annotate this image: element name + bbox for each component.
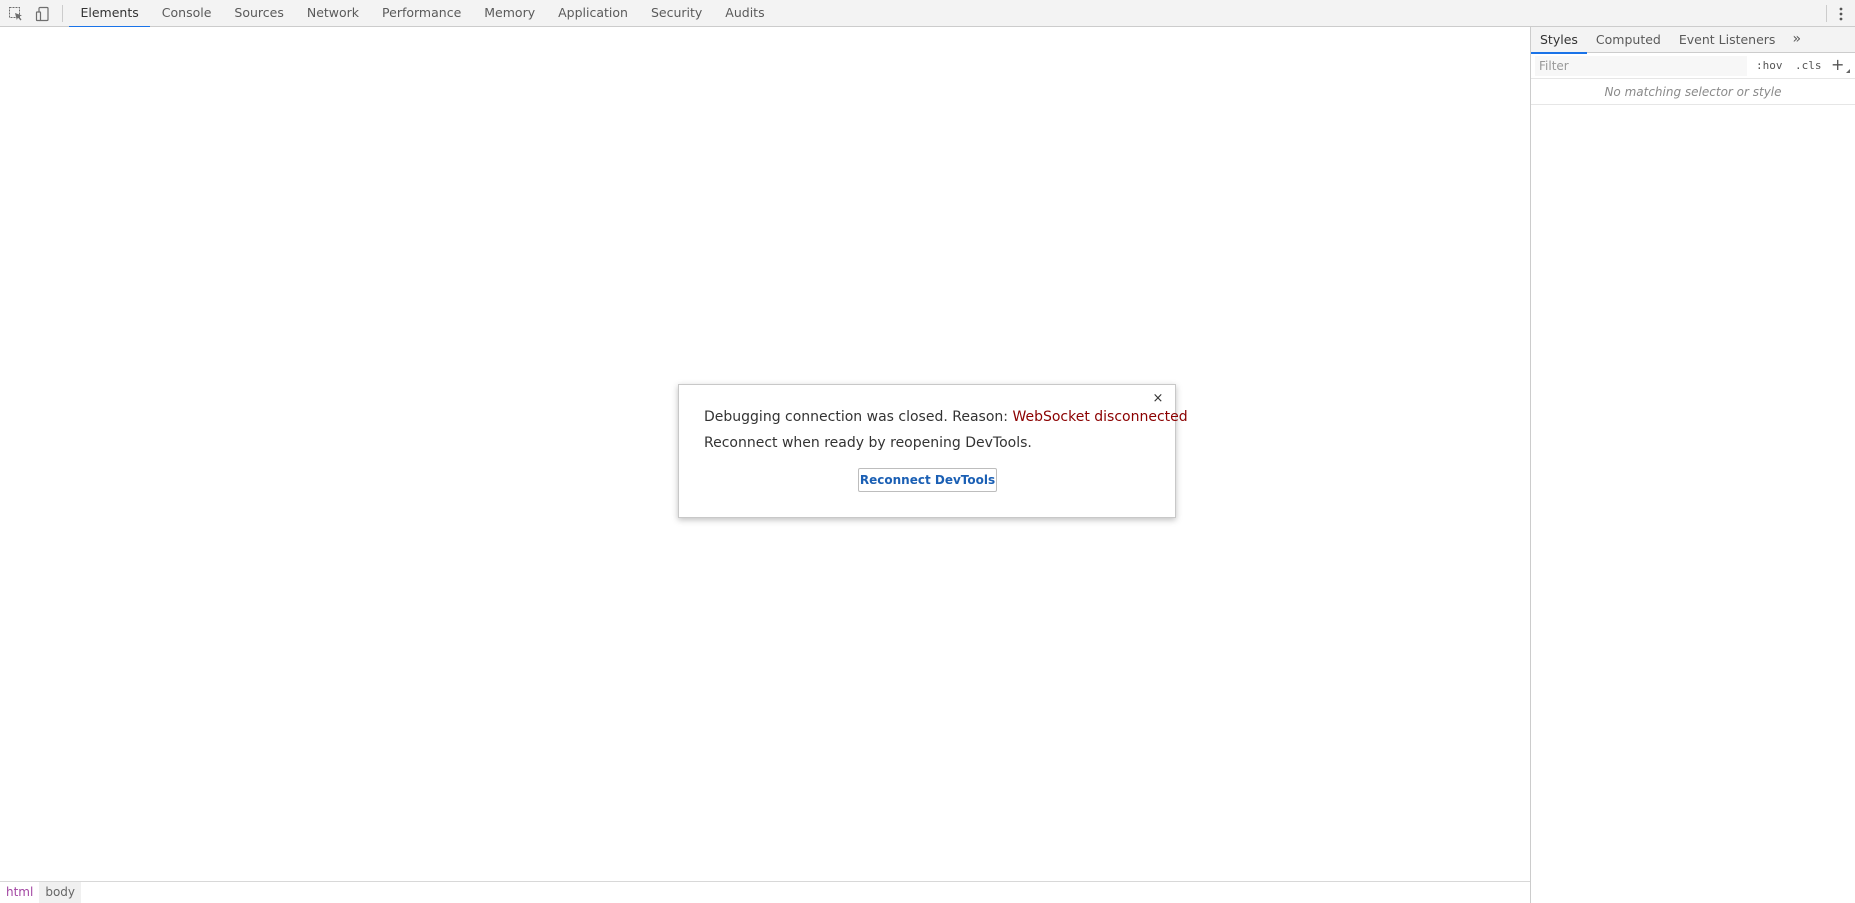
styles-filter-bar: :hov .cls + bbox=[1531, 53, 1855, 79]
tab-security[interactable]: Security bbox=[639, 0, 713, 27]
inspect-element-icon[interactable] bbox=[7, 5, 25, 22]
styles-sidebar: Styles Computed Event Listeners » :hov .… bbox=[1530, 27, 1855, 903]
hov-toggle[interactable]: :hov bbox=[1756, 59, 1783, 72]
breadcrumb-body[interactable]: body bbox=[39, 882, 82, 903]
empty-styles-message: No matching selector or style bbox=[1531, 79, 1855, 105]
tab-application[interactable]: Application bbox=[547, 0, 640, 27]
panel-tabs: Elements Console Sources Network Perform… bbox=[69, 0, 776, 28]
sidebar-tabs: Styles Computed Event Listeners » bbox=[1531, 27, 1855, 54]
disconnect-reason: WebSocket disconnected bbox=[1012, 409, 1188, 425]
device-toolbar-icon[interactable] bbox=[34, 5, 52, 22]
tab-network[interactable]: Network bbox=[295, 0, 370, 27]
tab-memory[interactable]: Memory bbox=[473, 0, 547, 27]
more-tabs-icon[interactable]: » bbox=[1784, 27, 1809, 53]
tab-performance[interactable]: Performance bbox=[371, 0, 473, 27]
kebab-menu-icon[interactable] bbox=[1827, 0, 1855, 27]
tab-computed[interactable]: Computed bbox=[1587, 27, 1670, 53]
tab-event-listeners[interactable]: Event Listeners bbox=[1670, 27, 1785, 53]
corner-triangle-icon bbox=[1846, 69, 1850, 73]
tab-elements[interactable]: Elements bbox=[69, 0, 151, 28]
new-style-rule-icon[interactable]: + bbox=[1831, 55, 1844, 75]
tab-sources[interactable]: Sources bbox=[223, 0, 295, 27]
tab-console[interactable]: Console bbox=[150, 0, 223, 27]
dialog-message: Debugging connection was closed. Reason:… bbox=[704, 409, 1188, 425]
tab-styles[interactable]: Styles bbox=[1531, 27, 1587, 54]
dialog-message-prefix: Debugging connection was closed. Reason: bbox=[704, 409, 1013, 425]
cls-toggle[interactable]: .cls bbox=[1795, 59, 1822, 72]
close-icon[interactable]: × bbox=[1151, 392, 1165, 406]
devtools-toolbar: Elements Console Sources Network Perform… bbox=[0, 0, 1855, 28]
filter-input[interactable] bbox=[1535, 56, 1747, 76]
reconnect-devtools-button[interactable]: Reconnect DevTools bbox=[858, 468, 997, 492]
dialog-message-line2: Reconnect when ready by reopening DevToo… bbox=[704, 435, 1032, 451]
connection-closed-dialog: × Debugging connection was closed. Reaso… bbox=[678, 384, 1188, 518]
breadcrumb-html[interactable]: html bbox=[0, 882, 39, 903]
toolbar-divider bbox=[62, 5, 63, 22]
breadcrumb: html body bbox=[0, 881, 1530, 903]
tab-audits[interactable]: Audits bbox=[714, 0, 776, 27]
